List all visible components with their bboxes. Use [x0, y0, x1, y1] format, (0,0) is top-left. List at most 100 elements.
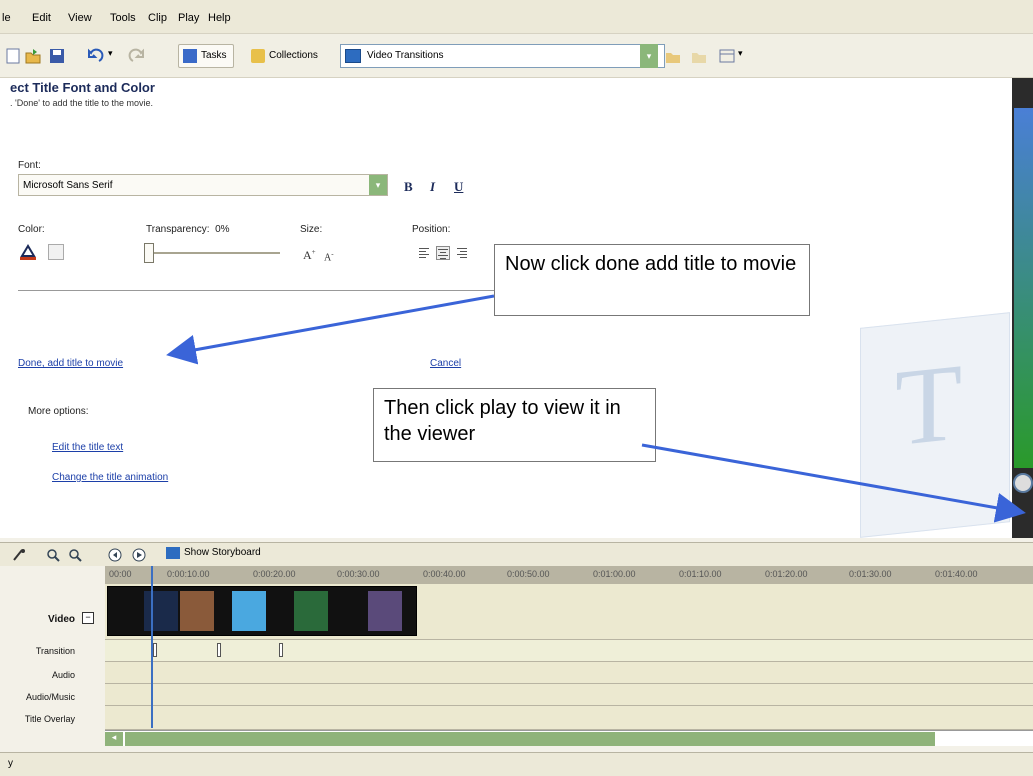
bold-button[interactable]: B	[404, 179, 413, 195]
menu-bar: le Edit View Tools Clip Play Help	[0, 0, 1033, 34]
font-dropdown-arrow-icon[interactable]: ▾	[369, 175, 387, 195]
underline-button[interactable]: U	[454, 179, 463, 195]
color-label: Color:	[18, 224, 45, 235]
ruler-tick: 0:00:40.00	[423, 569, 466, 579]
align-right-icon[interactable]	[456, 246, 470, 260]
collection-dropdown-arrow-icon[interactable]: ▾	[640, 44, 658, 68]
play-timeline-icon[interactable]	[132, 548, 146, 562]
undo-dropdown-icon[interactable]: ▾	[108, 48, 113, 59]
timeline-scrollbar[interactable]: ◂	[105, 730, 1033, 746]
menu-view[interactable]: View	[68, 12, 92, 24]
menu-tools[interactable]: Tools	[110, 12, 136, 24]
transition-marker[interactable]	[217, 643, 221, 657]
align-left-icon[interactable]	[418, 246, 432, 260]
title-overlay-track[interactable]	[105, 706, 1033, 730]
scroll-left-icon[interactable]: ◂	[105, 732, 123, 746]
track-label-video: Video	[47, 614, 75, 625]
timeline-toolbar: Show Storyboard	[0, 542, 1033, 566]
track-label-title-overlay: Title Overlay	[24, 714, 75, 724]
track-label-transition: Transition	[35, 646, 75, 656]
audio-track[interactable]	[105, 662, 1033, 684]
change-title-animation-link[interactable]: Change the title animation	[52, 472, 168, 483]
undo-icon[interactable]	[86, 47, 104, 65]
align-center-icon[interactable]	[436, 246, 450, 260]
clip-thumbnail[interactable]	[144, 591, 178, 631]
track-label-audio: Audio	[51, 670, 75, 680]
ruler-tick: 0:01:00.00	[593, 569, 636, 579]
menu-play[interactable]: Play	[178, 12, 199, 24]
collapse-video-track-icon[interactable]: −	[82, 612, 94, 624]
view-options-icon[interactable]	[718, 47, 736, 65]
zoom-in-icon[interactable]	[46, 548, 60, 562]
open-folder-icon[interactable]	[24, 47, 42, 65]
play-button-icon[interactable]	[1013, 473, 1033, 493]
italic-button[interactable]: I	[430, 179, 435, 195]
increase-size-button[interactable]: A+	[303, 248, 316, 263]
rewind-timeline-icon[interactable]	[108, 548, 122, 562]
collections-folder-icon	[251, 49, 265, 63]
ruler-tick: 0:00:50.00	[507, 569, 550, 579]
preview-monitor	[1012, 78, 1033, 538]
video-track[interactable]	[105, 584, 1033, 640]
audio-music-track[interactable]	[105, 684, 1033, 706]
status-text: y	[8, 758, 13, 769]
scrollbar-thumb[interactable]	[125, 732, 935, 746]
redo-icon[interactable]	[128, 47, 146, 65]
playhead[interactable]	[151, 566, 153, 728]
new-folder-icon[interactable]	[690, 47, 708, 65]
menu-file[interactable]: le	[2, 12, 11, 24]
transition-marker[interactable]	[153, 643, 157, 657]
transition-marker[interactable]	[279, 643, 283, 657]
clip-thumbnail[interactable]	[180, 591, 214, 631]
video-clips	[107, 586, 417, 636]
text-color-icon[interactable]	[20, 244, 36, 260]
transparency-slider-thumb[interactable]	[144, 243, 154, 263]
up-folder-icon[interactable]	[664, 47, 682, 65]
ruler-tick: 0:01:10.00	[679, 569, 722, 579]
view-options-dropdown-icon[interactable]: ▾	[738, 48, 743, 59]
clip-thumbnail[interactable]	[294, 591, 328, 631]
background-color-button[interactable]	[48, 244, 64, 260]
transparency-label: Transparency: 0%	[146, 224, 230, 235]
collections-button[interactable]: Collections	[246, 44, 325, 68]
panel-subtitle: . 'Done' to add the title to the movie.	[10, 98, 154, 108]
decrease-size-button[interactable]: A-	[324, 250, 334, 263]
ruler-tick: 0:01:40.00	[935, 569, 978, 579]
transparency-slider-track[interactable]	[150, 252, 280, 254]
status-bar: y	[0, 752, 1033, 776]
done-add-title-link[interactable]: Done, add title to movie	[18, 358, 123, 369]
collection-icon	[345, 49, 361, 63]
panel-title: ect Title Font and Color	[10, 80, 155, 95]
menu-edit[interactable]: Edit	[32, 12, 51, 24]
track-label-audio-music: Audio/Music	[25, 692, 75, 702]
callout-play: Then click play to view it in the viewer	[373, 388, 656, 462]
zoom-out-icon[interactable]	[68, 548, 82, 562]
tasks-button[interactable]: Tasks	[178, 44, 234, 68]
timeline-ruler[interactable]: 00:00 0:00:10.00 0:00:20.00 0:00:30.00 0…	[105, 566, 1033, 584]
ruler-tick: 0:00:10.00	[167, 569, 210, 579]
ruler-tick: 00:00	[109, 569, 132, 579]
collection-select[interactable]: Video Transitions	[340, 44, 665, 68]
preview-screen	[1014, 108, 1033, 468]
new-project-icon[interactable]	[4, 47, 22, 65]
set-audio-levels-icon[interactable]	[12, 548, 26, 562]
ruler-tick: 0:01:20.00	[765, 569, 808, 579]
clip-thumbnail[interactable]	[232, 591, 266, 631]
divider	[18, 290, 498, 291]
storyboard-icon	[166, 547, 180, 559]
edit-title-text-link[interactable]: Edit the title text	[52, 442, 123, 453]
show-storyboard-button[interactable]: Show Storyboard	[166, 547, 261, 559]
cancel-link[interactable]: Cancel	[430, 358, 461, 369]
transition-track[interactable]	[105, 640, 1033, 662]
tasks-icon	[183, 49, 197, 63]
font-label: Font:	[18, 160, 41, 171]
callout-done: Now click done add title to movie	[494, 244, 810, 316]
ruler-tick: 0:00:30.00	[337, 569, 380, 579]
menu-help[interactable]: Help	[208, 12, 231, 24]
menu-clip[interactable]: Clip	[148, 12, 167, 24]
clip-thumbnail[interactable]	[368, 591, 402, 631]
font-select[interactable]: Microsoft Sans Serif ▾	[18, 174, 388, 196]
save-icon[interactable]	[48, 47, 66, 65]
transparency-value: 0%	[215, 224, 230, 235]
ruler-tick: 0:00:20.00	[253, 569, 296, 579]
